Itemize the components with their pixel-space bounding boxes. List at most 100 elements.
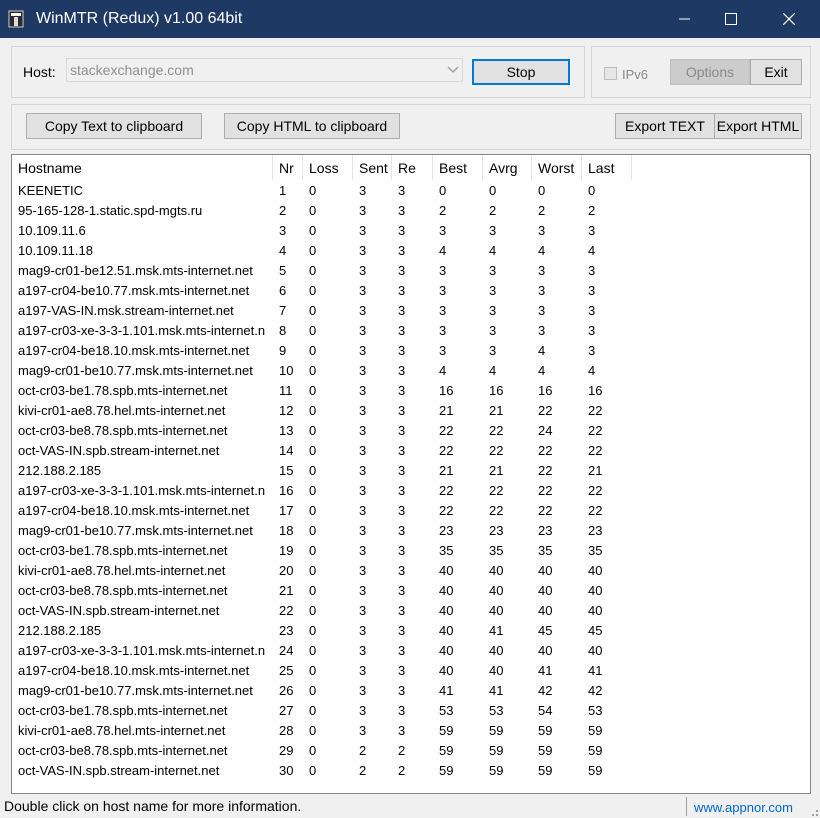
- resize-grip-icon[interactable]: [808, 806, 818, 816]
- table-row[interactable]: mag9-cr01-be10.77.msk.mts-internet.net 10…: [12, 361, 810, 381]
- table-row[interactable]: 10.109.11.18 4 0 3 3 4 4 4 4: [12, 241, 810, 261]
- table-row[interactable]: oct-VAS-IN.spb.stream-internet.net 30 0 2 2 5…: [12, 761, 810, 781]
- table-row[interactable]: oct-cr03-be1.78.spb.mts-internet.net 27 0 3…: [12, 701, 810, 721]
- cell-re: 3: [398, 583, 406, 598]
- cell-avrg: 22: [489, 423, 504, 438]
- table-row[interactable]: mag9-cr01-be10.77.msk.mts-internet.net 26…: [12, 681, 810, 701]
- cell-worst: 22: [538, 403, 553, 418]
- cell-last: 40: [588, 643, 603, 658]
- table-row[interactable]: a197-cr04-be10.77.msk.mts-internet.net 6 0…: [12, 281, 810, 301]
- cell-worst: 59: [538, 763, 553, 778]
- cell-last: 22: [588, 443, 603, 458]
- cell-nr: 1: [279, 183, 287, 198]
- cell-loss: 0: [309, 243, 317, 258]
- table-row[interactable]: a197-cr03-xe-3-3-1.101.msk.mts-internet.…: [12, 321, 810, 341]
- table-row[interactable]: kivi-cr01-ae8.78.hel.mts-internet.net 28 0…: [12, 721, 810, 741]
- table-row[interactable]: 212.188.2.185 15 0 3 3 21 21 22 21: [12, 461, 810, 481]
- cell-avrg: 21: [489, 463, 504, 478]
- cell-last: 59: [588, 743, 603, 758]
- table-row[interactable]: oct-VAS-IN.spb.stream-internet.net 14 0 3 3 2…: [12, 441, 810, 461]
- cell-best: 4: [439, 363, 447, 378]
- cell-best: 16: [439, 383, 454, 398]
- website-link[interactable]: www.appnor.com: [694, 800, 793, 815]
- cell-worst: 2: [538, 203, 546, 218]
- table-row[interactable]: mag9-cr01-be12.51.msk.mts-internet.net 5 0…: [12, 261, 810, 281]
- maximize-icon: [725, 13, 737, 25]
- cell-re: 3: [398, 463, 406, 478]
- cell-last: 22: [588, 403, 603, 418]
- table-row[interactable]: a197-cr03-xe-3-3-1.101.msk.mts-internet.…: [12, 641, 810, 661]
- table-row[interactable]: 95-165-128-1.static.spd-mgts.ru 2 0 3 3 2 2 2 2: [12, 201, 810, 221]
- cell-avrg: 2: [489, 203, 497, 218]
- table-row[interactable]: 212.188.2.185 23 0 3 3 40 41 45 45: [12, 621, 810, 641]
- cell-worst: 24: [538, 423, 553, 438]
- host-input[interactable]: stackexchange.com: [66, 58, 463, 82]
- cell-loss: 0: [309, 423, 317, 438]
- cell-best: 3: [439, 343, 447, 358]
- table-row[interactable]: oct-cr03-be1.78.spb.mts-internet.net 11 0 3…: [12, 381, 810, 401]
- cell-nr: 3: [279, 223, 287, 238]
- cell-loss: 0: [309, 323, 317, 338]
- copy-html-button[interactable]: Copy HTML to clipboard: [224, 113, 400, 139]
- cell-hostname: a197-VAS-IN.msk.stream-internet.net: [18, 303, 234, 318]
- cell-last: 23: [588, 523, 603, 538]
- column-header-worst[interactable]: Worst: [532, 155, 582, 180]
- column-header-last[interactable]: Last: [582, 155, 632, 180]
- column-header-hostname[interactable]: Hostname: [12, 155, 273, 180]
- table-row[interactable]: mag9-cr01-be10.77.msk.mts-internet.net 18…: [12, 521, 810, 541]
- export-text-button[interactable]: Export TEXT: [615, 113, 715, 139]
- export-html-button[interactable]: Export HTML: [714, 113, 802, 139]
- exit-button[interactable]: Exit: [750, 59, 802, 85]
- table-row[interactable]: kivi-cr01-ae8.78.hel.mts-internet.net 12 0…: [12, 401, 810, 421]
- column-header-loss[interactable]: Loss: [303, 155, 353, 180]
- cell-sent: 3: [359, 283, 367, 298]
- cell-avrg: 41: [489, 683, 504, 698]
- table-row[interactable]: a197-VAS-IN.msk.stream-internet.net 7 0 3 3 3…: [12, 301, 810, 321]
- chevron-down-icon[interactable]: [447, 65, 459, 75]
- cell-avrg: 16: [489, 383, 504, 398]
- cell-best: 40: [439, 643, 454, 658]
- app-icon: [8, 10, 24, 28]
- cell-hostname: oct-cr03-be8.78.spb.mts-internet.net: [18, 423, 228, 438]
- cell-hostname: kivi-cr01-ae8.78.hel.mts-internet.net: [18, 563, 226, 578]
- options-button[interactable]: Options: [670, 59, 750, 85]
- cell-loss: 0: [309, 403, 317, 418]
- cell-nr: 16: [279, 483, 294, 498]
- column-header-nr[interactable]: Nr: [273, 155, 303, 180]
- cell-best: 53: [439, 703, 454, 718]
- copy-text-button[interactable]: Copy Text to clipboard: [26, 113, 202, 139]
- ipv6-checkbox[interactable]: [604, 67, 617, 80]
- table-row[interactable]: oct-cr03-be8.78.spb.mts-internet.net 29 0 2…: [12, 741, 810, 761]
- table-row[interactable]: a197-cr04-be18.10.msk.mts-internet.net 9 0…: [12, 341, 810, 361]
- table-row[interactable]: oct-cr03-be8.78.spb.mts-internet.net 21 0 3…: [12, 581, 810, 601]
- close-button[interactable]: [762, 0, 816, 38]
- cell-hostname: 212.188.2.185: [18, 623, 102, 638]
- cell-re: 3: [398, 403, 406, 418]
- table-row[interactable]: oct-cr03-be8.78.spb.mts-internet.net 13 0 3…: [12, 421, 810, 441]
- maximize-button[interactable]: [704, 0, 758, 38]
- cell-loss: 0: [309, 663, 317, 678]
- column-header-re[interactable]: Re: [392, 155, 433, 180]
- table-row[interactable]: 10.109.11.6 3 0 3 3 3 3 3 3: [12, 221, 810, 241]
- table-row[interactable]: a197-cr03-xe-3-3-1.101.msk.mts-internet.…: [12, 481, 810, 501]
- column-header-avrg[interactable]: Avrg: [483, 155, 532, 180]
- cell-last: 3: [588, 323, 596, 338]
- cell-best: 4: [439, 243, 447, 258]
- cell-hostname: oct-cr03-be1.78.spb.mts-internet.net: [18, 543, 228, 558]
- cell-best: 59: [439, 723, 454, 738]
- cell-hostname: KEENETIC: [18, 183, 84, 198]
- trace-table[interactable]: Hostname Nr Loss Sent Re Best Avrg Worst Last KE…: [11, 154, 811, 794]
- table-row[interactable]: a197-cr04-be18.10.msk.mts-internet.net 17…: [12, 501, 810, 521]
- stop-button[interactable]: Stop: [472, 59, 570, 85]
- table-row[interactable]: a197-cr04-be18.10.msk.mts-internet.net 25…: [12, 661, 810, 681]
- cell-worst: 22: [538, 503, 553, 518]
- table-row[interactable]: KEENETIC 1 0 3 3 0 0 0 0: [12, 181, 810, 201]
- column-header-sent[interactable]: Sent: [353, 155, 392, 180]
- cell-sent: 3: [359, 423, 367, 438]
- table-row[interactable]: oct-cr03-be1.78.spb.mts-internet.net 19 0 3…: [12, 541, 810, 561]
- cell-re: 3: [398, 663, 406, 678]
- cell-worst: 3: [538, 263, 546, 278]
- table-row[interactable]: oct-VAS-IN.spb.stream-internet.net 22 0 3 3 4…: [12, 601, 810, 621]
- table-row[interactable]: kivi-cr01-ae8.78.hel.mts-internet.net 20 0…: [12, 561, 810, 581]
- column-header-best[interactable]: Best: [433, 155, 483, 180]
